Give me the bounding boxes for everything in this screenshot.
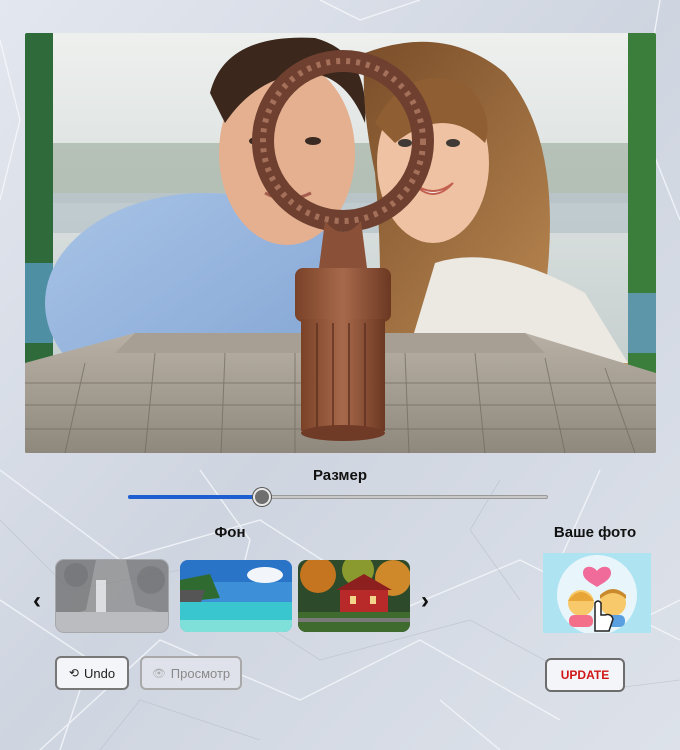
size-label: Размер [312,467,368,484]
preview-label: Просмотр [170,665,231,681]
update-button[interactable]: UPDATE [545,658,625,692]
size-slider[interactable] [128,488,548,506]
background-thumb-tropical-beach[interactable] [180,560,292,632]
next-background-arrow[interactable]: › [414,586,436,616]
eye-icon: 👁 [151,667,166,680]
background-thumb-autumn-cottage[interactable] [298,560,410,632]
your-photo-upload[interactable] [543,553,651,633]
background-thumb-waterfall[interactable] [56,560,168,632]
background-label: Фон [214,524,246,541]
undo-button[interactable]: ⟲ Undo [55,656,129,690]
slider-thumb[interactable] [253,488,272,506]
prev-background-arrow[interactable]: ‹ [26,586,48,616]
composite-preview-image [25,33,656,453]
undo-label: Undo [83,665,116,681]
preview-button[interactable]: 👁 Просмотр [140,656,242,690]
preview-canvas[interactable] [25,33,656,453]
your-photo-label: Ваше фото [553,524,637,541]
undo-icon: ⟲ [68,666,79,680]
slider-fill [128,495,263,499]
